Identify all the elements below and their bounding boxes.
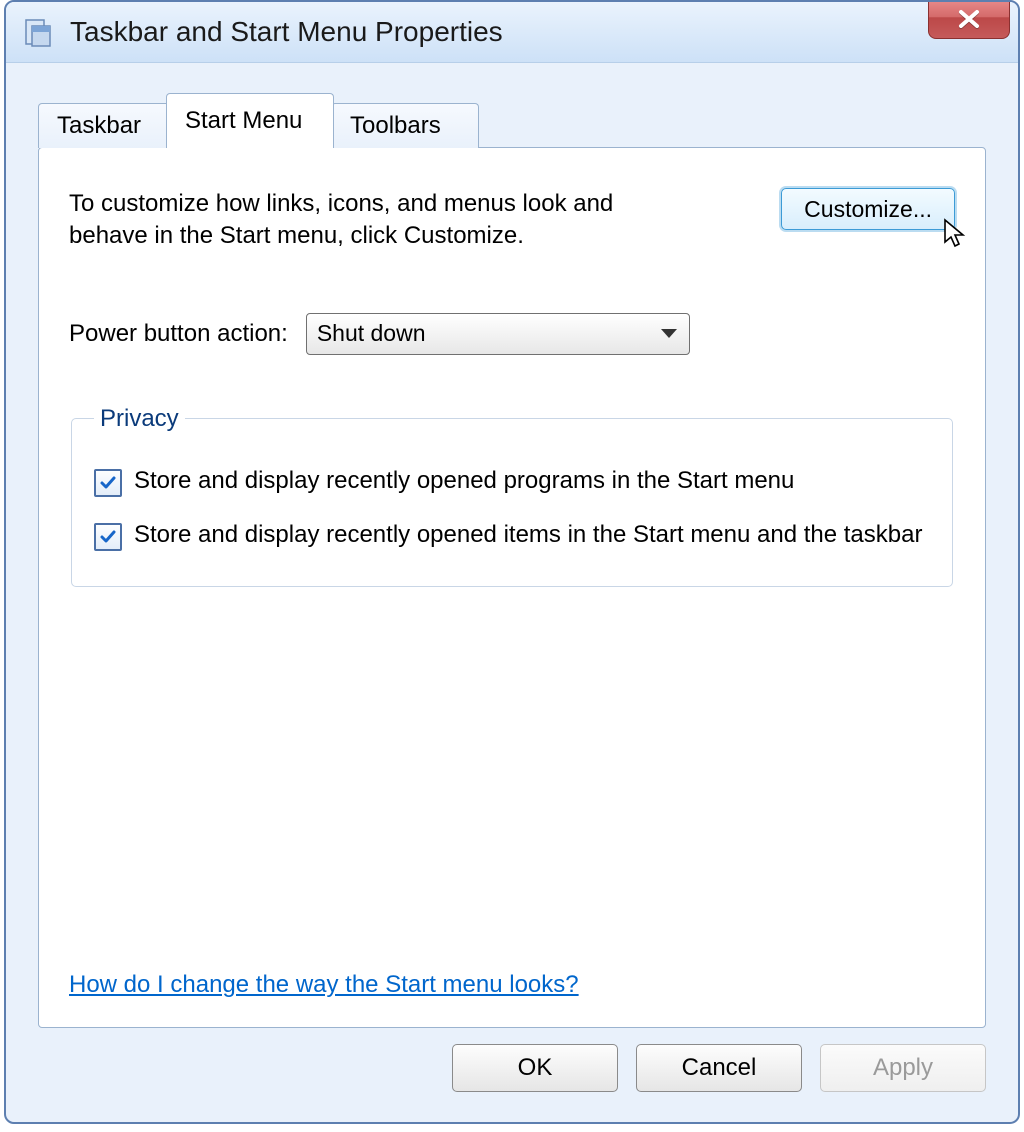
checkbox-row-recent-items: Store and display recently opened items … [94,519,930,551]
button-label: Customize... [804,196,932,223]
cancel-button[interactable]: Cancel [636,1044,802,1092]
intro-text: To customize how links, icons, and menus… [69,188,669,253]
checkbox-label: Store and display recently opened items … [134,519,922,551]
privacy-legend: Privacy [94,405,185,433]
window-title: Taskbar and Start Menu Properties [70,16,503,48]
customize-button[interactable]: Customize... [781,188,955,230]
tab-label: Taskbar [57,112,141,140]
power-action-row: Power button action: Shut down [69,313,955,355]
intro-row: To customize how links, icons, and menus… [69,188,955,253]
privacy-group: Privacy Store and display recently opene… [71,405,953,587]
button-label: Apply [873,1054,933,1082]
tab-taskbar[interactable]: Taskbar [38,103,170,148]
link-text: How do I change the way the Start menu l… [69,971,579,998]
button-label: Cancel [682,1054,757,1082]
select-value: Shut down [317,320,426,347]
dialog-button-row: OK Cancel Apply [452,1040,986,1096]
close-button[interactable] [928,0,1010,39]
power-action-label: Power button action: [69,320,288,348]
ok-button[interactable]: OK [452,1044,618,1092]
power-action-select[interactable]: Shut down [306,313,690,355]
client-area: Taskbar Start Menu Toolbars To customize… [14,64,1010,1114]
checkbox-recent-programs[interactable] [94,469,122,497]
tab-start-menu[interactable]: Start Menu [166,93,334,148]
title-bar: Taskbar and Start Menu Properties [6,2,1018,63]
tab-label: Toolbars [350,112,441,140]
chevron-down-icon [661,329,677,338]
help-link[interactable]: How do I change the way the Start menu l… [69,971,579,999]
tab-strip: Taskbar Start Menu Toolbars [38,92,986,148]
checkbox-row-recent-programs: Store and display recently opened progra… [94,465,930,497]
properties-icon [22,16,54,48]
checkbox-label: Store and display recently opened progra… [134,465,794,497]
dialog-window: Taskbar and Start Menu Properties Taskba… [4,0,1020,1124]
tab-panel-start-menu: To customize how links, icons, and menus… [38,147,986,1028]
tab-toolbars[interactable]: Toolbars [331,103,479,148]
checkbox-recent-items[interactable] [94,523,122,551]
apply-button[interactable]: Apply [820,1044,986,1092]
tab-label: Start Menu [185,107,302,135]
button-label: OK [518,1054,553,1082]
